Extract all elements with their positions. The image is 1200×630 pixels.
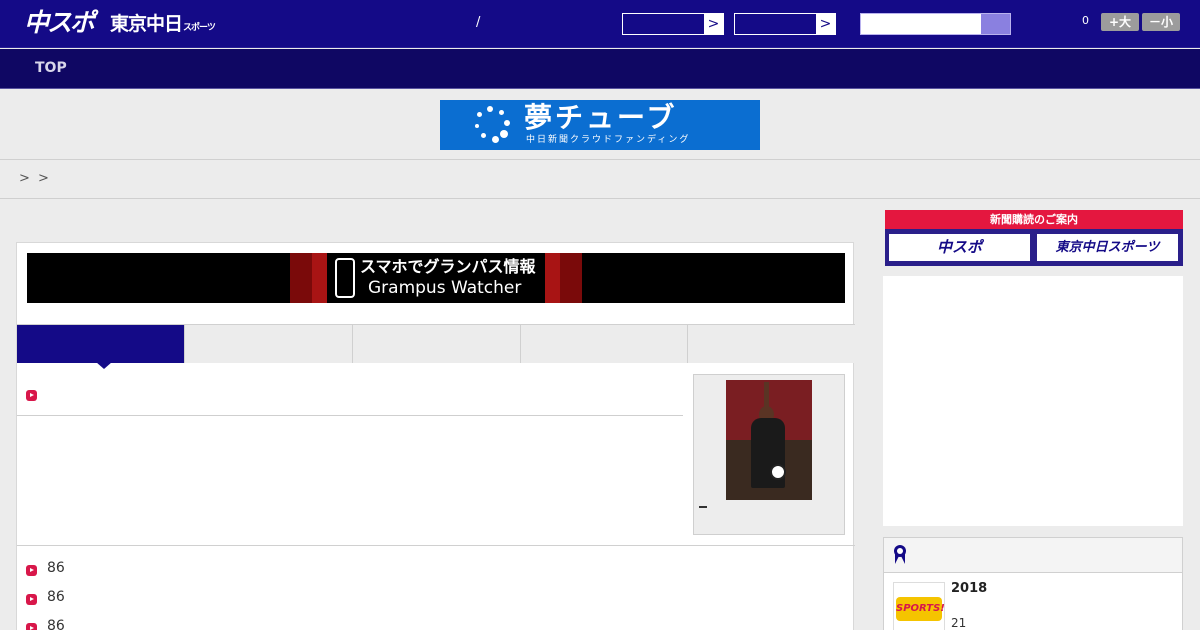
- search-input[interactable]: [860, 13, 1011, 35]
- active-tab-indicator: [96, 362, 112, 369]
- font-smaller-button[interactable]: －小: [1142, 13, 1180, 31]
- header-separator: /: [476, 15, 481, 30]
- play-bullet-icon: [26, 565, 37, 576]
- ranking-thumbnail[interactable]: SPORTS!: [893, 582, 945, 630]
- subscription-ad: 新聞購読のご案内 中スポ 東京中日スポーツ: [885, 210, 1183, 266]
- chevron-right-icon: >: [815, 14, 835, 34]
- site-header: 中スポ 東京中日スポーツ / > > 0 +大 －小: [0, 0, 1200, 48]
- thumbnail-caption-dash: [699, 506, 707, 508]
- list-item[interactable]: 86: [47, 618, 65, 630]
- nav-item-top[interactable]: TOP: [35, 60, 67, 76]
- tokyo-chunichi-logo[interactable]: 東京中日スポーツ: [110, 11, 216, 41]
- ranking-panel: SPORTS! 2018 21: [883, 537, 1183, 630]
- banner-area: 夢チューブ 中日新聞クラウドファンディング: [0, 90, 1200, 160]
- smartphone-icon: [335, 258, 355, 298]
- chevron-right-icon: >: [703, 14, 723, 34]
- dot-icon: [500, 130, 508, 138]
- section-select-1[interactable]: >: [622, 13, 724, 35]
- dot-icon: [481, 133, 486, 138]
- dot-icon: [487, 106, 493, 112]
- breadcrumb: > >: [0, 161, 1200, 199]
- dot-icon: [477, 112, 482, 117]
- play-bullet-icon: [26, 623, 37, 630]
- grampus-watcher-banner[interactable]: スマホでグランパス情報 Grampus Watcher: [27, 253, 845, 303]
- ribbon-award-icon: [894, 545, 906, 565]
- yume-tube-subtitle: 中日新聞クラウドファンディング: [526, 135, 691, 145]
- sports-logo: SPORTS!: [896, 597, 945, 621]
- article-photo: [726, 380, 812, 500]
- tab-4[interactable]: [521, 325, 688, 363]
- breadcrumb-separator: >: [19, 171, 30, 186]
- divider: [17, 415, 683, 416]
- grampus-banner-line1: スマホでグランパス情報: [360, 257, 536, 276]
- global-nav: TOP: [0, 49, 1200, 89]
- tokyo-chunichi-subscribe-button[interactable]: 東京中日スポーツ: [1036, 233, 1179, 262]
- grampus-banner-line2: Grampus Watcher: [368, 278, 522, 298]
- dot-icon: [504, 120, 510, 126]
- ranking-item-title[interactable]: 2018: [951, 581, 987, 596]
- dot-icon: [475, 124, 479, 128]
- dot-icon: [492, 136, 499, 143]
- dot-icon: [499, 110, 504, 115]
- tab-3[interactable]: [353, 325, 521, 363]
- divider: [17, 545, 855, 546]
- ranking-header: [884, 538, 1182, 573]
- chuspo-subscribe-button[interactable]: 中スポ: [888, 233, 1031, 262]
- ranking-item-sub: 21: [951, 616, 967, 630]
- tokyo-chunichi-logo-small: スポーツ: [183, 23, 216, 33]
- section-select-2[interactable]: >: [734, 13, 836, 35]
- font-size-count: 0: [1082, 14, 1089, 27]
- search-button[interactable]: [981, 14, 1010, 34]
- sidebar-ad-slot: [883, 276, 1183, 526]
- category-tabs: [17, 324, 855, 363]
- featured-thumbnail[interactable]: [693, 374, 845, 535]
- main-content: スマホでグランパス情報 Grampus Watcher 86 86 86: [16, 242, 855, 630]
- play-bullet-icon: [26, 594, 37, 605]
- chuspo-logo[interactable]: 中スポ: [24, 7, 95, 39]
- yume-tube-banner[interactable]: 夢チューブ 中日新聞クラウドファンディング: [440, 100, 760, 150]
- tab-5[interactable]: [688, 325, 855, 363]
- tab-2[interactable]: [185, 325, 353, 363]
- yume-tube-title: 夢チューブ: [524, 101, 678, 134]
- breadcrumb-separator: >: [38, 171, 49, 186]
- list-item[interactable]: 86: [47, 560, 65, 576]
- subscription-ad-header: 新聞購読のご案内: [885, 210, 1183, 229]
- font-larger-button[interactable]: +大: [1101, 13, 1139, 31]
- play-bullet-icon: [26, 390, 37, 401]
- list-item[interactable]: 86: [47, 589, 65, 605]
- tab-1[interactable]: [17, 325, 185, 363]
- tokyo-chunichi-logo-text: 東京中日: [110, 13, 183, 35]
